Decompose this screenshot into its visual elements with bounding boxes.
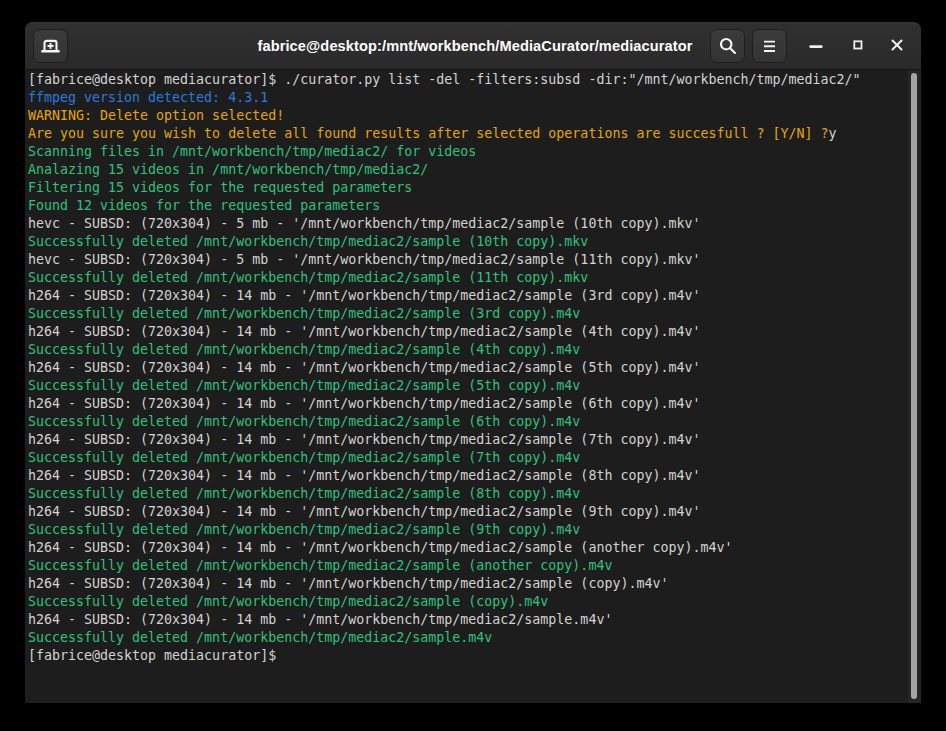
scrollbar-track[interactable] xyxy=(908,70,921,703)
terminal-line: h264 - SUBSD: (720x304) - 14 mb - '/mnt/… xyxy=(28,539,907,557)
minimize-icon xyxy=(809,38,823,55)
terminal-line: h264 - SUBSD: (720x304) - 14 mb - '/mnt/… xyxy=(28,323,907,341)
terminal-line: Successfully deleted /mnt/workbench/tmp/… xyxy=(28,269,907,287)
terminal-line: h264 - SUBSD: (720x304) - 14 mb - '/mnt/… xyxy=(28,395,907,413)
terminal-line: h264 - SUBSD: (720x304) - 14 mb - '/mnt/… xyxy=(28,503,907,521)
maximize-icon xyxy=(851,38,865,55)
headerbar: fabrice@desktop:/mnt/workbench/MediaCura… xyxy=(25,22,921,70)
terminal-line: hevc - SUBSD: (720x304) - 5 mb - '/mnt/w… xyxy=(28,215,907,233)
terminal-line: Successfully deleted /mnt/workbench/tmp/… xyxy=(28,233,907,251)
terminal-line: Found 12 videos for the requested parame… xyxy=(28,197,907,215)
close-icon xyxy=(890,38,904,55)
maximize-button[interactable] xyxy=(846,35,870,59)
hamburger-menu-icon xyxy=(764,40,775,53)
terminal-line: Successfully deleted /mnt/workbench/tmp/… xyxy=(28,521,907,539)
terminal-line: Filtering 15 videos for the requested pa… xyxy=(28,179,907,197)
terminal-output: [fabrice@desktop mediacurator]$ ./curato… xyxy=(28,71,907,703)
terminal-line: Scanning files in /mnt/workbench/tmp/med… xyxy=(28,143,907,161)
terminal-line: hevc - SUBSD: (720x304) - 5 mb - '/mnt/w… xyxy=(28,251,907,269)
terminal-line: h264 - SUBSD: (720x304) - 14 mb - '/mnt/… xyxy=(28,467,907,485)
terminal-line: Successfully deleted /mnt/workbench/tmp/… xyxy=(28,341,907,359)
menu-button[interactable] xyxy=(752,29,787,63)
terminal-window: fabrice@desktop:/mnt/workbench/MediaCura… xyxy=(25,22,921,703)
scrollbar-thumb[interactable] xyxy=(911,73,918,699)
new-tab-button[interactable] xyxy=(33,29,68,63)
terminal-screen[interactable]: [fabrice@desktop mediacurator]$ ./curato… xyxy=(25,70,921,703)
terminal-line: Successfully deleted /mnt/workbench/tmp/… xyxy=(28,593,907,611)
tab-new-icon xyxy=(41,38,60,54)
terminal-line: h264 - SUBSD: (720x304) - 14 mb - '/mnt/… xyxy=(28,359,907,377)
close-button[interactable] xyxy=(885,35,909,59)
terminal-line: h264 - SUBSD: (720x304) - 14 mb - '/mnt/… xyxy=(28,611,907,629)
minimize-button[interactable] xyxy=(804,35,828,59)
terminal-line: Successfully deleted /mnt/workbench/tmp/… xyxy=(28,629,907,647)
terminal-line: Successfully deleted /mnt/workbench/tmp/… xyxy=(28,377,907,395)
terminal-line: ffmpeg version detected: 4.3.1 xyxy=(28,89,907,107)
terminal-line: h264 - SUBSD: (720x304) - 14 mb - '/mnt/… xyxy=(28,287,907,305)
terminal-line: Are you sure you wish to delete all foun… xyxy=(28,125,907,143)
terminal-line: Analazing 15 videos in /mnt/workbench/tm… xyxy=(28,161,907,179)
terminal-line: [fabrice@desktop mediacurator]$ xyxy=(28,647,907,665)
search-button[interactable] xyxy=(710,29,745,63)
terminal-line: Successfully deleted /mnt/workbench/tmp/… xyxy=(28,485,907,503)
terminal-line: Successfully deleted /mnt/workbench/tmp/… xyxy=(28,305,907,323)
terminal-line: WARNING: Delete option selected! xyxy=(28,107,907,125)
desktop-background: { "window": { "title": "fabrice@desktop:… xyxy=(0,0,946,731)
terminal-line: h264 - SUBSD: (720x304) - 14 mb - '/mnt/… xyxy=(28,431,907,449)
terminal-line: h264 - SUBSD: (720x304) - 14 mb - '/mnt/… xyxy=(28,575,907,593)
terminal-line: Successfully deleted /mnt/workbench/tmp/… xyxy=(28,449,907,467)
terminal-line: Successfully deleted /mnt/workbench/tmp/… xyxy=(28,413,907,431)
terminal-line: [fabrice@desktop mediacurator]$ ./curato… xyxy=(28,71,907,89)
terminal-line: Successfully deleted /mnt/workbench/tmp/… xyxy=(28,557,907,575)
search-icon xyxy=(719,37,737,55)
